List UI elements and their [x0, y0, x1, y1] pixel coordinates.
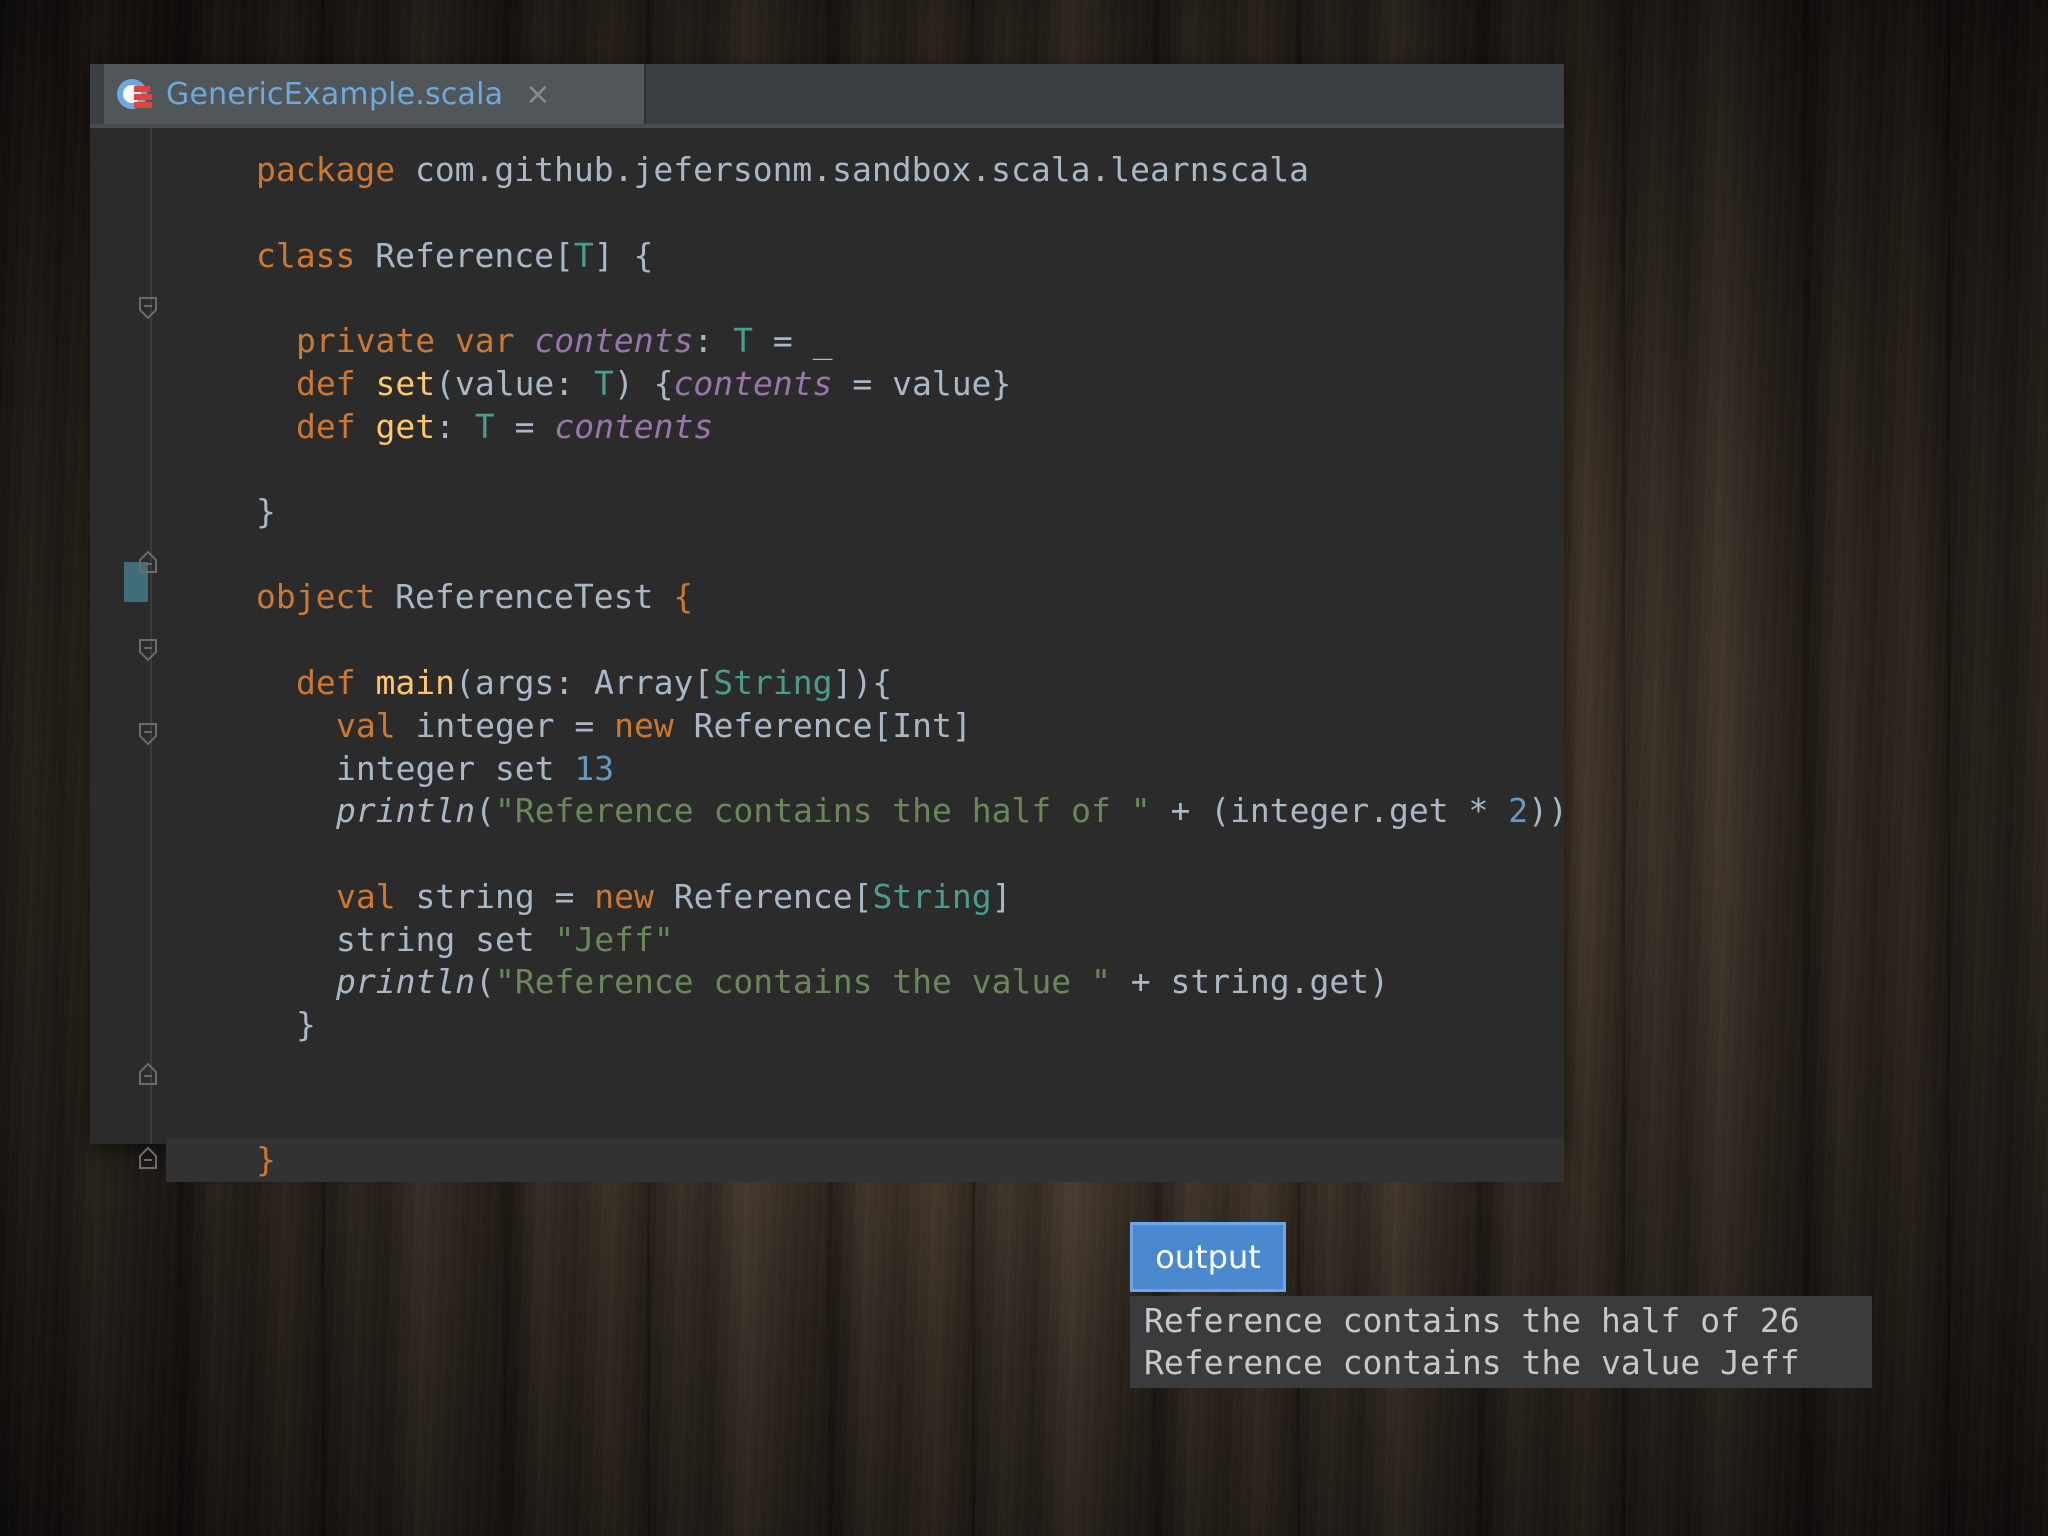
scala-file-icon: [114, 74, 154, 114]
code-area[interactable]: package com.github.jefersonm.sandbox.sca…: [166, 128, 1568, 1182]
output-label: output: [1130, 1222, 1286, 1292]
gutter-divider: [150, 128, 152, 1144]
fold-close-icon[interactable]: [138, 1146, 158, 1170]
code-line-15: }: [296, 1005, 316, 1044]
code-line-7: object ReferenceTest {: [256, 577, 694, 616]
code-line-5: def get: T = contents: [296, 407, 714, 446]
fold-open-icon[interactable]: [138, 296, 158, 320]
current-line-highlight: [166, 1138, 1564, 1182]
code-line-11: println("Reference contains the half of …: [336, 791, 1568, 830]
code-line-1: package com.github.jefersonm.sandbox.sca…: [256, 150, 1309, 189]
code-line-8: def main(args: Array[String]){: [296, 663, 893, 702]
fold-open-icon[interactable]: [138, 722, 158, 746]
code-line-3: private var contents: T = _: [296, 321, 833, 360]
fold-open-icon[interactable]: [138, 638, 158, 662]
tab-generic-example[interactable]: GenericExample.scala ×: [104, 64, 646, 124]
code-line-9: val integer = new Reference[Int]: [336, 706, 972, 745]
output-line-2: Reference contains the value Jeff: [1144, 1343, 1800, 1382]
code-line-4: def set(value: T) {contents = value}: [296, 364, 1012, 403]
editor-tab-bar: GenericExample.scala ×: [90, 64, 1564, 128]
fold-close-icon[interactable]: [138, 1062, 158, 1086]
fold-close-icon[interactable]: [138, 550, 158, 574]
close-icon[interactable]: ×: [525, 77, 550, 112]
output-line-1: Reference contains the half of 26: [1144, 1301, 1800, 1340]
code-line-10: integer set 13: [336, 749, 615, 788]
code-line-13: string set "Jeff": [336, 920, 674, 959]
output-console: Reference contains the half of 26 Refere…: [1130, 1296, 1872, 1388]
code-line-2: class Reference[T] {: [256, 236, 654, 275]
code-line-16: }: [256, 1140, 276, 1179]
code-line-14: println("Reference contains the value " …: [336, 962, 1390, 1001]
code-line-12: val string = new Reference[String]: [336, 877, 1012, 916]
code-line-6: }: [256, 492, 276, 531]
tab-title: GenericExample.scala: [166, 76, 504, 112]
code-editor-window: GenericExample.scala × package com.githu…: [90, 64, 1568, 1182]
